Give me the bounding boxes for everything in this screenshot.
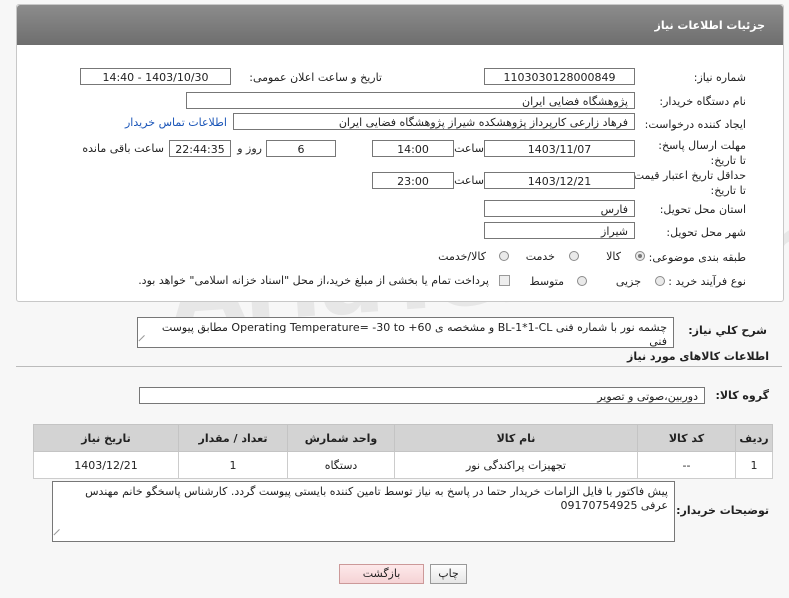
cell-row-number: 1 (735, 451, 773, 479)
category-goods-service-radio[interactable] (499, 251, 509, 261)
buyer-contact-link[interactable]: اطلاعات تماس خریدار (125, 116, 227, 129)
resize-grip-icon[interactable] (53, 528, 66, 541)
col-header-item-code: کد کالا (637, 424, 736, 452)
deadline-time-field: 14:00 (372, 140, 454, 157)
category-goods-service-label: کالا/خدمت (438, 250, 486, 263)
city-label: شهر محل تحویل: (666, 226, 746, 239)
process-minor-radio[interactable] (655, 276, 665, 286)
cell-need-date: 1403/12/21 (33, 451, 179, 479)
price-validity-date-field: 1403/12/21 (484, 172, 635, 189)
category-goods-label: کالا (606, 250, 621, 263)
cell-quantity: 1 (178, 451, 288, 479)
general-desc-textarea[interactable]: چشمه نور با شماره فنی BL-1*1-CL و مشخصه … (137, 317, 674, 348)
price-validity-label: حداقل تاریخ اعتبار قیمت: تا تاریخ: (630, 169, 746, 197)
table-row: 1 -- تجهیزات پراکندگی نور دستگاه 1 1403/… (33, 451, 773, 479)
back-button[interactable]: بازگشت (339, 564, 424, 584)
category-service-label: خدمت (525, 250, 555, 263)
resize-grip-icon[interactable] (138, 334, 151, 347)
days-and-label: روز و (237, 142, 262, 155)
col-header-item-name: نام کالا (394, 424, 638, 452)
deadline-label: مهلت ارسال پاسخ: تا تاریخ: (658, 139, 746, 167)
col-header-row-number: ردیف (735, 424, 773, 452)
province-label: استان محل تحویل: (659, 203, 746, 216)
page-title: جزئیات اطلاعات نیاز (654, 19, 766, 32)
section-divider (16, 366, 782, 367)
col-header-unit: واحد شمارش (287, 424, 395, 452)
buyer-org-field: پژوهشگاه فضایی ایران (186, 92, 635, 109)
buyer-notes-label: توضیحات خریدار: (676, 504, 769, 517)
cell-item-name: تجهیزات پراکندگی نور (394, 451, 638, 479)
process-minor-label: جزیی (615, 275, 641, 288)
deadline-date-field: 1403/11/07 (484, 140, 635, 157)
deadline-days-field: 6 (266, 140, 336, 157)
cell-item-code: -- (637, 451, 736, 479)
city-field: شیراز (484, 222, 635, 239)
buyer-notes-textarea[interactable]: پیش فاکتور با فایل الزامات خریدار حتما د… (52, 481, 675, 542)
goods-table: ردیف کد کالا نام کالا واحد شمارش تعداد /… (33, 424, 773, 479)
requester-field: فرهاد زارعی کارپرداز پژوهشکده شیراز پژوه… (233, 113, 635, 130)
panel-header: جزئیات اطلاعات نیاز (17, 5, 783, 45)
process-label: نوع فرآیند خرید : (668, 275, 746, 288)
general-desc-text: چشمه نور با شماره فنی BL-1*1-CL و مشخصه … (161, 321, 667, 348)
treasury-payment-note: پرداخت تمام یا بخشی از مبلغ خرید،از محل … (138, 274, 489, 287)
price-validity-time-label: ساعت (454, 174, 484, 187)
process-medium-radio[interactable] (577, 276, 587, 286)
category-label: طبقه بندی موضوعی: (648, 251, 746, 264)
col-header-need-date: تاریخ نیاز (33, 424, 179, 452)
category-service-radio[interactable] (569, 251, 579, 261)
goods-info-heading: اطلاعات کالاهای مورد نیاز (627, 350, 769, 363)
category-goods-radio[interactable] (635, 251, 645, 261)
province-field: فارس (484, 200, 635, 217)
goods-group-field: دوربین،صوتی و تصویر (139, 387, 705, 404)
price-validity-time-field: 23:00 (372, 172, 454, 189)
announce-datetime-label: تاریخ و ساعت اعلان عمومی: (249, 71, 382, 84)
print-button[interactable]: چاپ (430, 564, 467, 584)
remaining-time-field: 22:44:35 (169, 140, 231, 157)
deadline-time-label: ساعت (454, 142, 484, 155)
requester-label: ایجاد کننده درخواست: (644, 118, 746, 131)
need-number-field: 1103030128000849 (484, 68, 635, 85)
general-desc-label: شرح کلي نياز: (688, 324, 767, 337)
process-medium-label: متوسط (529, 275, 564, 288)
cell-unit: دستگاه (287, 451, 395, 479)
treasury-payment-checkbox[interactable] (499, 275, 510, 286)
remaining-label: ساعت باقی مانده (82, 142, 164, 155)
buyer-notes-text: پیش فاکتور با فایل الزامات خریدار حتما د… (85, 485, 668, 512)
table-header-row: ردیف کد کالا نام کالا واحد شمارش تعداد /… (33, 424, 773, 452)
announce-datetime-field: 1403/10/30 - 14:40 (80, 68, 231, 85)
buyer-org-label: نام دستگاه خریدار: (659, 95, 746, 108)
need-number-label: شماره نیاز: (693, 71, 746, 84)
col-header-quantity: تعداد / مقدار (178, 424, 288, 452)
goods-group-label: گروه کالا: (715, 389, 769, 402)
